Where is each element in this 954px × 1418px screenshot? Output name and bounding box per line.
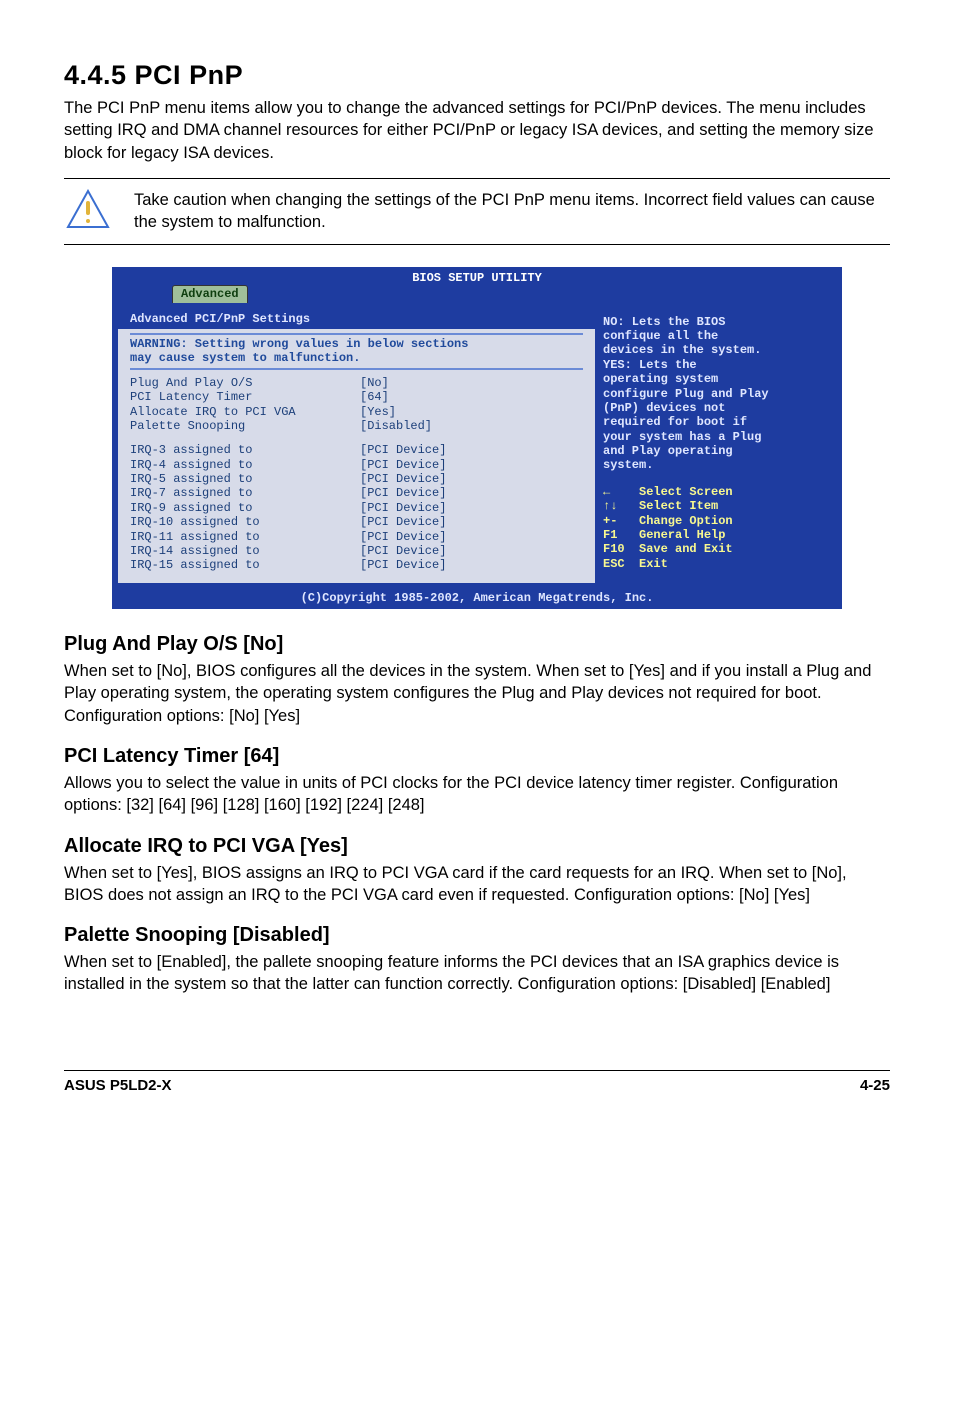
bios-irq-row: IRQ-15 assigned to[PCI Device] [130, 558, 583, 572]
bios-setting-key: IRQ-14 assigned to [130, 544, 360, 558]
bios-setting-key: Allocate IRQ to PCI VGA [130, 405, 360, 419]
bios-irq-row: IRQ-3 assigned to[PCI Device] [130, 443, 583, 457]
bios-setting-key: IRQ-15 assigned to [130, 558, 360, 572]
bios-irq-row: IRQ-9 assigned to[PCI Device] [130, 501, 583, 515]
bios-title: BIOS SETUP UTILITY [112, 267, 842, 285]
caution-icon [64, 187, 114, 236]
bios-nav-line: +- Change Option [603, 514, 828, 528]
item-body-plug: When set to [No], BIOS configures all th… [64, 660, 890, 727]
bios-setting-key: IRQ-11 assigned to [130, 530, 360, 544]
bios-irq-row: IRQ-4 assigned to[PCI Device] [130, 458, 583, 472]
item-body-palette: When set to [Enabled], the pallete snoop… [64, 951, 890, 996]
bios-irq-row: IRQ-14 assigned to[PCI Device] [130, 544, 583, 558]
bios-copyright: (C)Copyright 1985-2002, American Megatre… [112, 589, 842, 609]
footer-left: ASUS P5LD2-X [64, 1077, 172, 1094]
bios-setting-row: Allocate IRQ to PCI VGA[Yes] [130, 405, 583, 419]
bios-tabbar: Advanced [112, 285, 842, 302]
bios-setting-key: IRQ-7 assigned to [130, 486, 360, 500]
bios-help-line: system. [603, 458, 828, 472]
bios-setting-key: Palette Snooping [130, 419, 360, 433]
bios-setting-value: [64] [360, 390, 389, 404]
bios-help-line: confique all the [603, 329, 828, 343]
bios-help-line: and Play operating [603, 444, 828, 458]
bios-setting-key: IRQ-9 assigned to [130, 501, 360, 515]
bios-help-line: devices in the system. [603, 343, 828, 357]
bios-nav-line: ↑↓ Select Item [603, 499, 828, 513]
bios-setting-key: IRQ-5 assigned to [130, 472, 360, 486]
bios-setting-row: Palette Snooping[Disabled] [130, 419, 583, 433]
bios-nav-line: ESC Exit [603, 557, 828, 571]
bios-warning: WARNING: Setting wrong values in below s… [130, 333, 583, 370]
bios-setting-value: [PCI Device] [360, 486, 446, 500]
bios-irq-row: IRQ-5 assigned to[PCI Device] [130, 472, 583, 486]
bios-nav-line: F1 General Help [603, 528, 828, 542]
caution-text: Take caution when changing the settings … [134, 187, 890, 234]
bios-help-line: your system has a Plug [603, 430, 828, 444]
bios-setting-key: IRQ-3 assigned to [130, 443, 360, 457]
item-body-irq: When set to [Yes], BIOS assigns an IRQ t… [64, 862, 890, 907]
bios-setting-value: [PCI Device] [360, 530, 446, 544]
bios-screenshot: BIOS SETUP UTILITY Advanced Advanced PCI… [112, 267, 842, 609]
bios-irq-row: IRQ-11 assigned to[PCI Device] [130, 530, 583, 544]
footer-right: 4-25 [860, 1077, 890, 1094]
bios-setting-key: Plug And Play O/S [130, 376, 360, 390]
bios-help-line: NO: Lets the BIOS [603, 315, 828, 329]
bios-irq-row: IRQ-7 assigned to[PCI Device] [130, 486, 583, 500]
bios-warning-line: WARNING: Setting wrong values in below s… [130, 337, 583, 351]
bios-setting-value: [PCI Device] [360, 472, 446, 486]
caution-note: Take caution when changing the settings … [64, 178, 890, 245]
section-heading: 4.4.5 PCI PnP [64, 60, 890, 91]
bios-help-line: YES: Lets the [603, 358, 828, 372]
bios-tab-advanced: Advanced [172, 285, 248, 302]
item-heading-plug: Plug And Play O/S [No] [64, 633, 890, 656]
bios-left-pane: Advanced PCI/PnP Settings WARNING: Setti… [118, 309, 595, 583]
bios-help-line: operating system [603, 372, 828, 386]
bios-setting-row: PCI Latency Timer[64] [130, 390, 583, 404]
bios-setting-key: IRQ-10 assigned to [130, 515, 360, 529]
bios-setting-value: [Yes] [360, 405, 396, 419]
bios-setting-value: [PCI Device] [360, 501, 446, 515]
bios-setting-value: [Disabled] [360, 419, 432, 433]
bios-setting-value: [PCI Device] [360, 458, 446, 472]
bios-help-line: required for boot if [603, 415, 828, 429]
bios-left-title: Advanced PCI/PnP Settings [130, 312, 310, 326]
bios-setting-value: [PCI Device] [360, 558, 446, 572]
item-body-latency: Allows you to select the value in units … [64, 772, 890, 817]
bios-setting-value: [PCI Device] [360, 443, 446, 457]
bios-nav-line: ← Select Screen [603, 485, 828, 499]
bios-help-line: configure Plug and Play [603, 387, 828, 401]
bios-irq-row: IRQ-10 assigned to[PCI Device] [130, 515, 583, 529]
item-heading-palette: Palette Snooping [Disabled] [64, 924, 890, 947]
section-intro: The PCI PnP menu items allow you to chan… [64, 97, 890, 164]
bios-setting-value: [No] [360, 376, 389, 390]
page-footer: ASUS P5LD2-X 4-25 [64, 1070, 890, 1094]
bios-setting-row: Plug And Play O/S[No] [130, 376, 583, 390]
bios-help-pane: NO: Lets the BIOS confique all the devic… [595, 309, 836, 583]
item-heading-irq: Allocate IRQ to PCI VGA [Yes] [64, 835, 890, 858]
bios-warning-line: may cause system to malfunction. [130, 351, 583, 365]
bios-setting-value: [PCI Device] [360, 515, 446, 529]
bios-help-line: (PnP) devices not [603, 401, 828, 415]
bios-nav-line: F10 Save and Exit [603, 542, 828, 556]
bios-setting-key: IRQ-4 assigned to [130, 458, 360, 472]
bios-setting-key: PCI Latency Timer [130, 390, 360, 404]
bios-setting-value: [PCI Device] [360, 544, 446, 558]
item-heading-latency: PCI Latency Timer [64] [64, 745, 890, 768]
